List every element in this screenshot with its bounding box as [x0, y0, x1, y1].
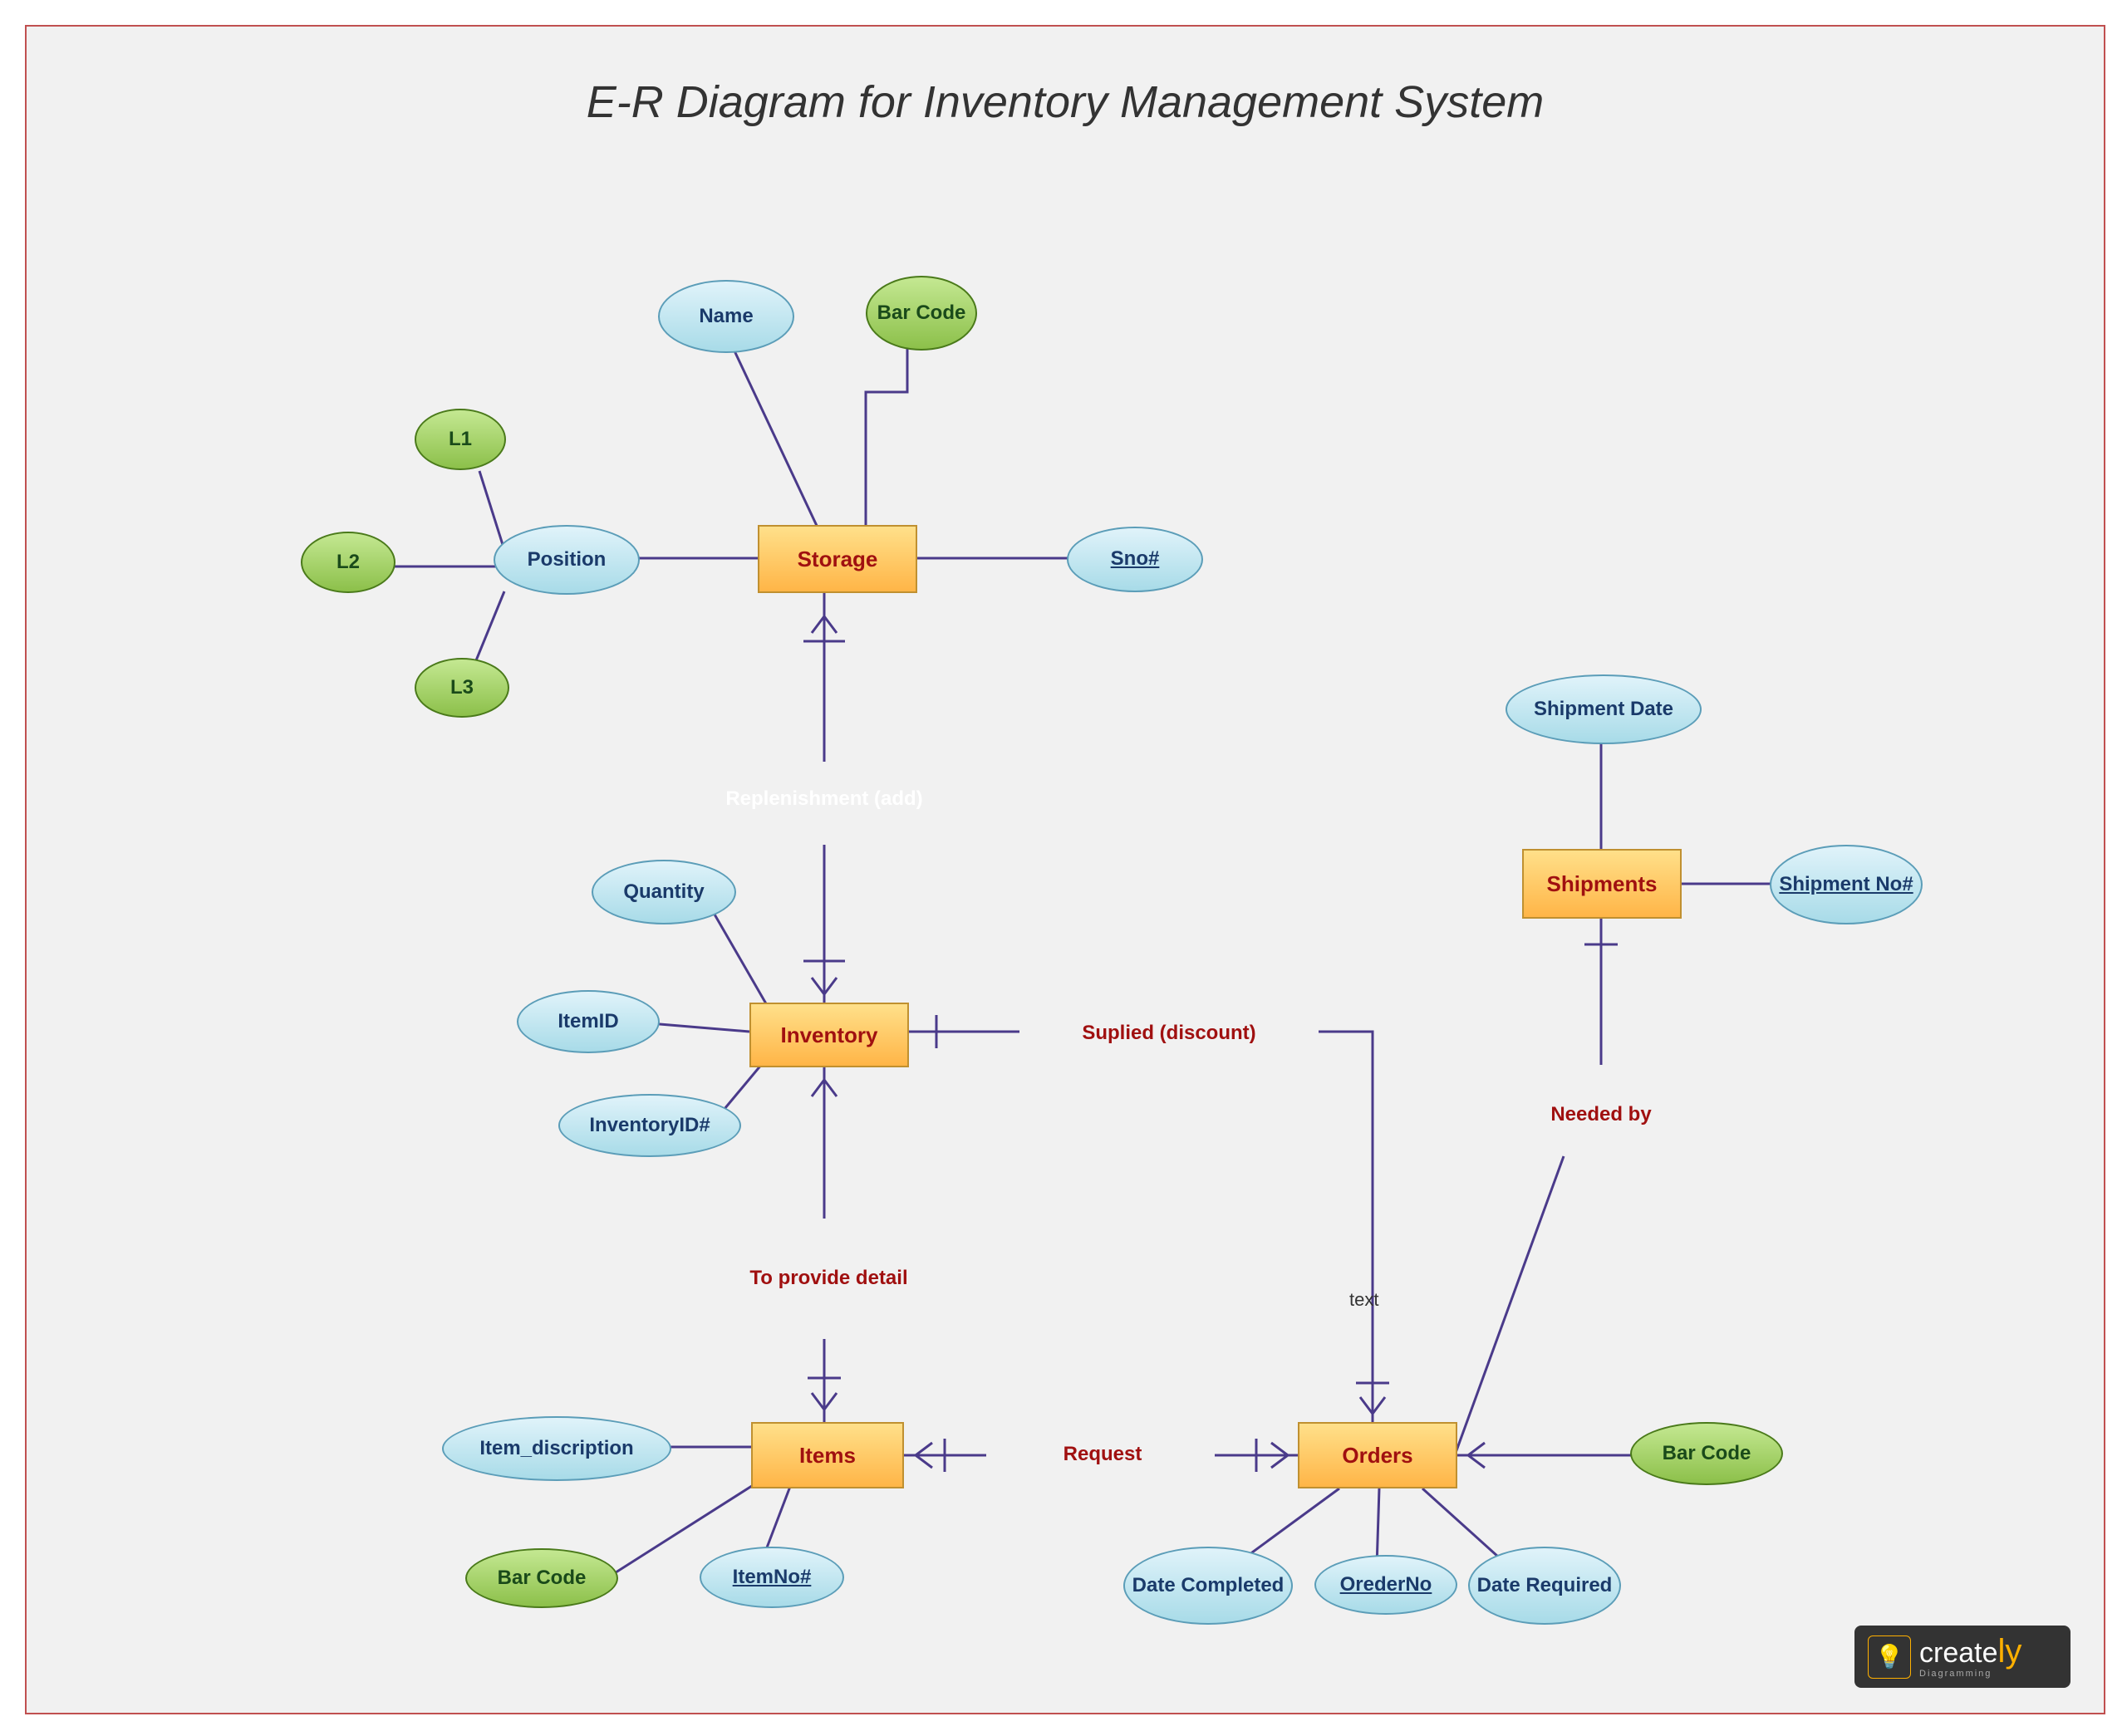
page: E-R Diagram for Inventory Management Sys… — [0, 0, 2127, 1736]
logo-brand: create — [1919, 1639, 1998, 1667]
label: OrederNo — [1340, 1573, 1432, 1597]
rel-replenishment: Replenishment (add) — [716, 749, 932, 849]
attr-shipment-date: Shipment Date — [1506, 674, 1702, 744]
attr-name: Name — [658, 280, 794, 353]
attr-orderno: OrederNo — [1314, 1555, 1457, 1615]
attr-l2: L2 — [301, 532, 395, 593]
attr-barcode-orders: Bar Code — [1630, 1422, 1783, 1485]
rel-needed-by: Needed by — [1481, 1065, 1722, 1165]
rel-request: Request — [982, 1401, 1223, 1508]
attr-date-required: Date Required — [1468, 1547, 1621, 1625]
attr-barcode-storage: Bar Code — [866, 276, 977, 351]
attr-quantity: Quantity — [592, 860, 736, 924]
logo-wordmark: creately Diagramming — [1919, 1635, 2021, 1679]
attr-itemno: ItemNo# — [700, 1547, 844, 1608]
attr-date-completed: Date Completed — [1123, 1547, 1293, 1625]
entity-inventory: Inventory — [749, 1003, 909, 1067]
diagram-frame: E-R Diagram for Inventory Management Sys… — [25, 25, 2105, 1714]
label: Shipment No# — [1779, 873, 1913, 897]
attr-item-description: Item_discription — [442, 1416, 671, 1481]
logo-suffix: ly — [1998, 1635, 2022, 1668]
attr-sno: Sno# — [1067, 527, 1203, 592]
entity-items: Items — [751, 1422, 904, 1488]
entity-shipments: Shipments — [1522, 849, 1682, 919]
entity-storage: Storage — [758, 525, 917, 593]
attr-l1: L1 — [415, 409, 506, 470]
creately-logo: 💡 creately Diagramming — [1854, 1626, 2071, 1688]
label: Needed by — [1545, 1103, 1656, 1127]
entity-orders: Orders — [1298, 1422, 1457, 1488]
label: Replenishment (add) — [720, 787, 927, 812]
logo-sub: Diagramming — [1919, 1670, 2021, 1679]
label: To provide detail — [744, 1267, 912, 1291]
label: Date Required — [1477, 1574, 1613, 1598]
label: Suplied (discount) — [1077, 1022, 1260, 1046]
lightbulb-icon: 💡 — [1868, 1635, 1911, 1679]
attr-barcode-items: Bar Code — [465, 1548, 618, 1608]
attr-inventoryid: InventoryID# — [558, 1094, 741, 1157]
label: Request — [1059, 1443, 1147, 1467]
attr-shipment-no: Shipment No# — [1770, 845, 1923, 924]
rel-supplied: Suplied (discount) — [1019, 978, 1319, 1089]
label: Date Completed — [1132, 1574, 1285, 1598]
attr-position: Position — [494, 525, 640, 595]
text-label: text — [1349, 1289, 1378, 1311]
label: Bar Code — [877, 302, 966, 326]
rel-to-provide-detail: To provide detail — [636, 1206, 1022, 1351]
attr-l3: L3 — [415, 658, 509, 718]
attr-itemid: ItemID — [517, 990, 660, 1053]
label: Sno# — [1111, 547, 1160, 571]
label: ItemNo# — [733, 1566, 812, 1590]
